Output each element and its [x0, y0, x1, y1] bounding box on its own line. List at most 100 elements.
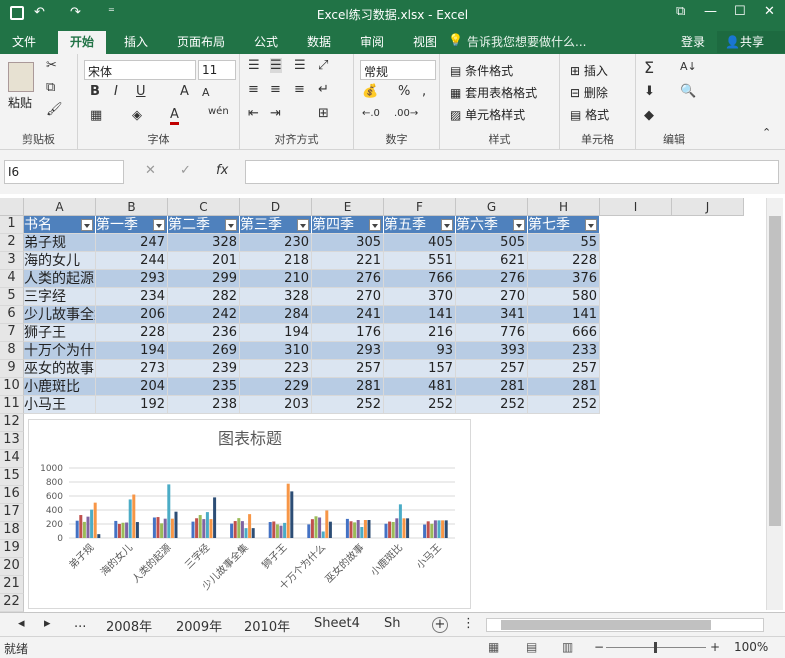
table-name-cell[interactable]: 海的女儿	[24, 252, 96, 270]
grow-font-button[interactable]: A	[180, 84, 189, 99]
table-value-cell[interactable]: 621	[456, 252, 528, 270]
table-header-cell[interactable]: 第三季	[240, 216, 312, 234]
format-painter-icon[interactable]: 🖌	[46, 102, 63, 117]
filter-dropdown-icon[interactable]	[153, 219, 165, 231]
chart-bar[interactable]	[79, 515, 83, 538]
underline-button[interactable]: U	[136, 84, 146, 99]
font-size-select[interactable]: 11	[198, 60, 236, 80]
table-value-cell[interactable]: 282	[168, 288, 240, 306]
chart-bar[interactable]	[93, 502, 97, 538]
table-value-cell[interactable]: 281	[528, 378, 600, 396]
decrease-indent-icon[interactable]: ⇤	[248, 106, 259, 121]
table-value-cell[interactable]: 247	[96, 234, 168, 252]
chart-bar[interactable]	[125, 522, 129, 538]
page-layout-view-icon[interactable]: ▤	[526, 640, 537, 654]
chart-bar[interactable]	[307, 524, 311, 538]
table-value-cell[interactable]: 481	[384, 378, 456, 396]
insert-cells-button[interactable]: ⊞ 插入	[570, 62, 608, 79]
table-name-cell[interactable]: 小马王	[24, 396, 96, 414]
column-header-f[interactable]: F	[384, 198, 456, 216]
fill-icon[interactable]: ⬇	[644, 84, 655, 99]
chart-bar[interactable]	[195, 518, 199, 538]
format-as-table-button[interactable]: ▦ 套用表格格式	[450, 84, 537, 101]
merge-center-icon[interactable]: ⊞	[318, 106, 329, 121]
zoom-in-button[interactable]: +	[710, 640, 720, 654]
sheet-tab-2010[interactable]: 2010年	[244, 616, 290, 635]
currency-icon[interactable]: 💰	[362, 84, 378, 99]
chart-bar[interactable]	[437, 520, 441, 538]
chart-bar[interactable]	[121, 522, 125, 538]
table-value-cell[interactable]: 270	[312, 288, 384, 306]
chart-bar[interactable]	[237, 518, 241, 538]
table-value-cell[interactable]: 223	[240, 360, 312, 378]
chart-bar[interactable]	[286, 483, 290, 538]
table-value-cell[interactable]: 192	[96, 396, 168, 414]
table-value-cell[interactable]: 230	[240, 234, 312, 252]
table-header-cell[interactable]: 第七季	[528, 216, 600, 234]
chart-bar[interactable]	[244, 528, 248, 538]
chart-bar[interactable]	[75, 520, 79, 538]
row-header-11[interactable]: 11	[0, 396, 24, 414]
table-value-cell[interactable]: 239	[168, 360, 240, 378]
column-header-c[interactable]: C	[168, 198, 240, 216]
clear-icon[interactable]: ◆	[644, 108, 654, 123]
table-value-cell[interactable]: 257	[456, 360, 528, 378]
filter-dropdown-icon[interactable]	[585, 219, 597, 231]
tab-review[interactable]: 审阅	[360, 33, 384, 50]
chart-bar[interactable]	[283, 522, 287, 538]
table-value-cell[interactable]: 276	[312, 270, 384, 288]
table-value-cell[interactable]: 252	[384, 396, 456, 414]
filter-dropdown-icon[interactable]	[441, 219, 453, 231]
phonetic-button[interactable]: wén	[208, 106, 229, 117]
cut-icon[interactable]: ✂	[46, 58, 57, 73]
chart-bar[interactable]	[384, 523, 388, 538]
formula-input[interactable]	[245, 160, 779, 184]
conditional-format-button[interactable]: ▤ 条件格式	[450, 62, 513, 79]
row-header-17[interactable]: 17	[0, 504, 24, 522]
align-middle-icon[interactable]: ☰	[270, 58, 282, 73]
chart-bar[interactable]	[90, 509, 94, 538]
row-header-4[interactable]: 4	[0, 270, 24, 288]
font-color-button[interactable]: A	[170, 108, 179, 125]
table-value-cell[interactable]: 276	[456, 270, 528, 288]
chart-bar[interactable]	[430, 523, 434, 538]
column-header-h[interactable]: H	[528, 198, 600, 216]
table-value-cell[interactable]: 257	[312, 360, 384, 378]
sheet-tab-2008[interactable]: 2008年	[106, 616, 152, 635]
paste-icon[interactable]	[8, 62, 34, 92]
column-header-i[interactable]: I	[600, 198, 672, 216]
table-value-cell[interactable]: 234	[96, 288, 168, 306]
chart-bar[interactable]	[198, 515, 202, 538]
tab-page-layout[interactable]: 页面布局	[177, 33, 225, 50]
table-value-cell[interactable]: 281	[456, 378, 528, 396]
chart-bar[interactable]	[202, 519, 206, 538]
table-value-cell[interactable]: 201	[168, 252, 240, 270]
collapse-ribbon-icon[interactable]: ⌃	[762, 126, 771, 139]
chart-bar[interactable]	[240, 521, 244, 538]
minimize-button[interactable]: —	[704, 4, 717, 19]
chart-bar[interactable]	[114, 520, 118, 538]
table-value-cell[interactable]: 194	[96, 342, 168, 360]
table-value-cell[interactable]: 666	[528, 324, 600, 342]
row-header-6[interactable]: 6	[0, 306, 24, 324]
chart-bar[interactable]	[444, 520, 448, 538]
table-value-cell[interactable]: 299	[168, 270, 240, 288]
table-value-cell[interactable]: 273	[96, 360, 168, 378]
table-name-cell[interactable]: 三字经	[24, 288, 96, 306]
row-header-19[interactable]: 19	[0, 540, 24, 558]
chart-bar[interactable]	[391, 521, 395, 538]
chart-bar[interactable]	[314, 516, 318, 538]
chart-bar[interactable]	[167, 484, 171, 538]
table-value-cell[interactable]: 216	[384, 324, 456, 342]
paste-button[interactable]: 粘贴	[8, 94, 32, 111]
table-value-cell[interactable]: 194	[240, 324, 312, 342]
align-top-icon[interactable]: ☰	[248, 58, 260, 73]
table-value-cell[interactable]: 141	[528, 306, 600, 324]
chart-bar[interactable]	[170, 518, 174, 538]
column-header-b[interactable]: B	[96, 198, 168, 216]
wrap-text-icon[interactable]: ↵	[318, 82, 329, 97]
row-header-21[interactable]: 21	[0, 576, 24, 594]
row-header-13[interactable]: 13	[0, 432, 24, 450]
row-header-9[interactable]: 9	[0, 360, 24, 378]
percent-button[interactable]: %	[398, 84, 410, 99]
